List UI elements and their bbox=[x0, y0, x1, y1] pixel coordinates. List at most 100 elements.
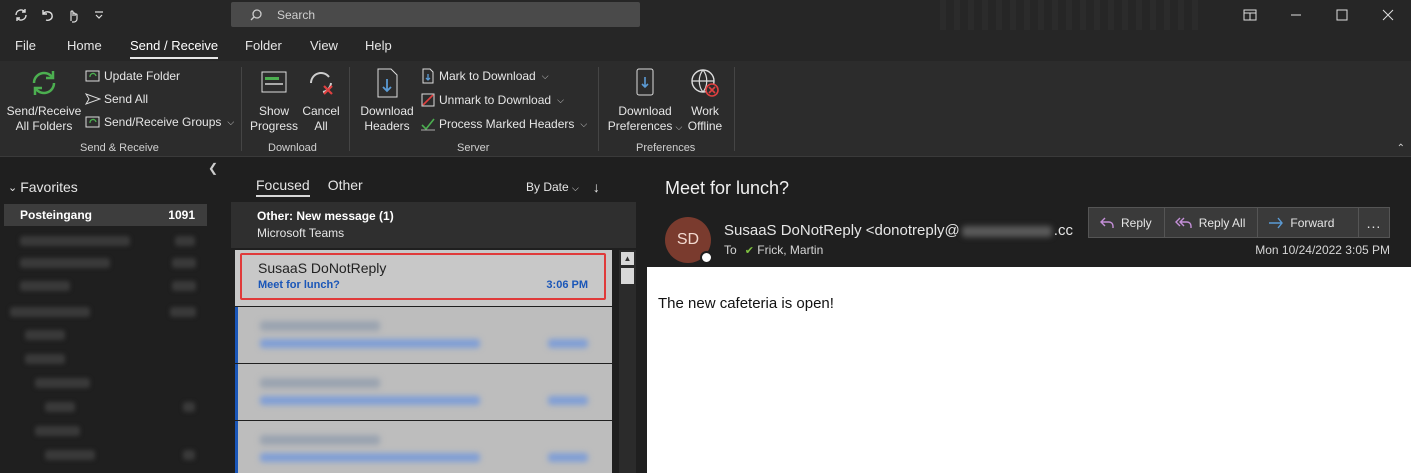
send-all-label: Send All bbox=[104, 92, 149, 106]
blurred-count bbox=[172, 281, 196, 291]
tab-focused[interactable]: Focused bbox=[256, 177, 310, 197]
reading-pane: Meet for lunch? SD SusaaS DoNotReply <do… bbox=[647, 158, 1411, 473]
sort-by-button[interactable]: By Date ⌵ bbox=[526, 180, 579, 194]
mark-to-download-button[interactable]: Mark to Download ⌵ bbox=[420, 66, 549, 86]
chevron-down-icon: ⌵ bbox=[557, 94, 564, 105]
reply-all-button[interactable]: Reply All bbox=[1164, 207, 1259, 238]
message-body-text: The new cafeteria is open! bbox=[658, 295, 834, 312]
blurred-folder bbox=[45, 450, 95, 460]
send-receive-all-folders-button[interactable]: Send/Receive All Folders bbox=[7, 66, 81, 134]
blurred-domain bbox=[961, 225, 1052, 237]
work-offline-label-1: Work bbox=[691, 104, 719, 118]
sender-line[interactable]: SusaaS DoNotReply <donotreply@ .cc bbox=[724, 222, 1073, 239]
chevron-down-icon: ⌵ bbox=[541, 70, 549, 81]
blurred-folder bbox=[25, 354, 65, 364]
download-headers-label-1: Download bbox=[360, 104, 414, 118]
title-bar-pattern bbox=[940, 0, 1200, 30]
group-label-server: Server bbox=[457, 142, 490, 154]
process-marked-headers-label: Process Marked Headers bbox=[439, 117, 575, 131]
send-receive-groups-button[interactable]: Send/Receive Groups ⌵ bbox=[85, 112, 234, 132]
send-receive-groups-label: Send/Receive Groups bbox=[104, 115, 222, 129]
search-box[interactable] bbox=[231, 2, 640, 27]
message-list-scrollbar[interactable]: ▲ bbox=[619, 250, 636, 473]
scroll-thumb[interactable] bbox=[621, 268, 634, 284]
tab-other[interactable]: Other bbox=[328, 177, 363, 193]
tab-help[interactable]: Help bbox=[365, 38, 392, 53]
favorites-header[interactable]: ⌄ Favorites bbox=[8, 179, 78, 195]
process-marked-headers-button[interactable]: Process Marked Headers ⌵ bbox=[420, 114, 587, 134]
reply-all-label: Reply All bbox=[1198, 215, 1246, 230]
message-body: The new cafeteria is open! bbox=[647, 267, 1411, 473]
ribbon-tabs: File Home Send / Receive Folder View Hel… bbox=[0, 30, 1411, 61]
sync-icon[interactable] bbox=[10, 4, 32, 26]
folder-name: Posteingang bbox=[20, 208, 93, 222]
blurred-folder bbox=[20, 258, 110, 268]
blurred-folder bbox=[10, 307, 90, 317]
sort-control: By Date ⌵ ↓ bbox=[526, 179, 600, 195]
blurred-folder bbox=[20, 281, 70, 291]
send-receive-all-label-1: Send/Receive bbox=[6, 104, 82, 118]
blurred-folder bbox=[35, 426, 80, 436]
work-offline-icon bbox=[688, 66, 722, 100]
chevron-down-icon: ⌄ bbox=[8, 181, 18, 194]
ribbon: Send/Receive All Folders Update Folder S… bbox=[0, 61, 1411, 157]
cancel-all-label-2: All bbox=[314, 119, 328, 133]
message-item-blurred[interactable] bbox=[235, 307, 612, 363]
message-subject-title: Meet for lunch? bbox=[665, 178, 790, 198]
download-headers-button[interactable]: Download Headers bbox=[358, 66, 416, 134]
group-separator bbox=[349, 67, 350, 151]
send-icon bbox=[85, 91, 101, 107]
folder-item-inbox[interactable]: Posteingang 1091 bbox=[4, 204, 207, 226]
tab-view[interactable]: View bbox=[310, 38, 338, 53]
close-icon[interactable] bbox=[1365, 0, 1411, 30]
quick-access-toolbar bbox=[10, 4, 110, 26]
show-progress-button[interactable]: Show Progress bbox=[250, 66, 298, 134]
work-offline-label-2: Offline bbox=[687, 119, 723, 133]
undo-icon[interactable] bbox=[36, 4, 58, 26]
cancel-all-button[interactable]: Cancel All bbox=[301, 66, 341, 134]
send-receive-icon bbox=[27, 66, 61, 100]
work-offline-button[interactable]: Work Offline bbox=[685, 66, 725, 134]
cancel-all-label-1: Cancel bbox=[302, 104, 340, 118]
recipient[interactable]: ✔ Frick, Martin bbox=[745, 243, 824, 257]
collapse-ribbon-icon[interactable]: ⌃ bbox=[1397, 143, 1405, 154]
sort-direction-icon[interactable]: ↓ bbox=[593, 179, 600, 195]
unmark-to-download-button[interactable]: Unmark to Download ⌵ bbox=[420, 90, 564, 110]
selection-highlight-box bbox=[240, 253, 606, 300]
maximize-icon[interactable] bbox=[1319, 0, 1365, 30]
other-new-message-banner[interactable]: Other: New message (1) Microsoft Teams bbox=[231, 202, 636, 248]
touch-mode-icon[interactable] bbox=[62, 4, 84, 26]
reply-button[interactable]: Reply bbox=[1088, 207, 1165, 238]
recipient-name: Frick, Martin bbox=[757, 243, 824, 257]
window-controls bbox=[1227, 0, 1411, 30]
folder-pane: ❮ ⌄ Favorites Posteingang 1091 bbox=[0, 158, 230, 473]
group-label-send-receive: Send & Receive bbox=[80, 142, 159, 154]
send-all-button[interactable]: Send All bbox=[85, 89, 148, 109]
search-input[interactable] bbox=[277, 7, 577, 22]
update-folder-button[interactable]: Update Folder bbox=[85, 66, 180, 86]
reply-all-icon bbox=[1174, 217, 1192, 228]
chevron-down-icon: ⌵ bbox=[572, 183, 579, 193]
customize-toolbar-icon[interactable] bbox=[88, 4, 110, 26]
tab-file[interactable]: File bbox=[15, 38, 36, 53]
sender-name: SusaaS DoNotReply <donotreply@ bbox=[724, 222, 960, 239]
forward-button[interactable]: Forward bbox=[1258, 207, 1360, 238]
tab-home[interactable]: Home bbox=[67, 38, 102, 53]
process-headers-icon bbox=[420, 116, 436, 132]
download-preferences-button[interactable]: Download Preferences ⌵ bbox=[608, 66, 682, 135]
message-item-blurred[interactable] bbox=[235, 364, 612, 420]
blurred-folder bbox=[25, 330, 65, 340]
tab-folder[interactable]: Folder bbox=[245, 38, 282, 53]
chevron-down-icon: ⌵ bbox=[675, 122, 683, 132]
scroll-up-icon[interactable]: ▲ bbox=[621, 252, 634, 265]
minimize-icon[interactable] bbox=[1273, 0, 1319, 30]
collapse-folder-pane-icon[interactable]: ❮ bbox=[208, 161, 218, 175]
message-item-blurred[interactable] bbox=[235, 421, 612, 473]
download-preferences-icon bbox=[628, 66, 662, 100]
coming-soon-icon[interactable] bbox=[1227, 0, 1273, 30]
blurred-count bbox=[183, 450, 195, 460]
more-actions-button[interactable]: ... bbox=[1358, 207, 1390, 238]
tab-send-receive[interactable]: Send / Receive bbox=[130, 38, 219, 59]
chevron-down-icon: ⌵ bbox=[227, 116, 235, 127]
sender-domain-suffix: .cc bbox=[1053, 222, 1073, 239]
